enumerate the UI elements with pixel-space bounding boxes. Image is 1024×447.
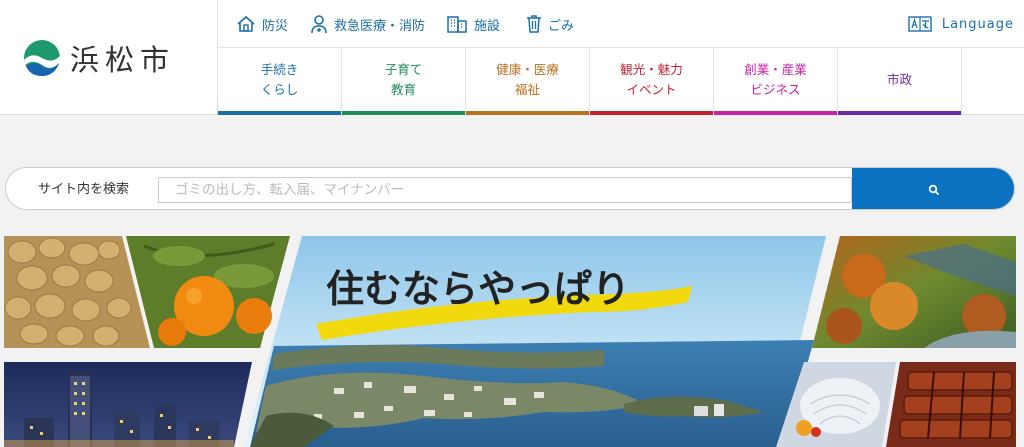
site-search: サイト内を検索 [5,167,1015,210]
util-label: 救急医療・消防 [334,18,426,34]
search-label: サイト内を検索 [38,182,130,197]
nav-shisei[interactable]: 市政 [838,48,962,115]
banner-collage: 住むならやっぱり [4,236,1016,447]
utility-bar: 防災 救急医療・消防 施設 ごみ Language [218,0,1024,48]
language-label: Language [941,16,1014,32]
util-link-shisetsu[interactable]: 施設 [446,13,500,35]
global-nav: 手続き くらし 子育て 教育 健康・医療 福祉 観光・魅力 イベント 創業・産業… [218,48,962,115]
photo-lake-hamana: 住むならやっぱり [244,236,826,447]
trash-icon [527,15,541,33]
nav-label: 市政 [886,72,912,87]
photo-potatoes [4,236,150,348]
nav-kosodate[interactable]: 子育て 教育 [342,48,466,115]
nav-label: 手続き くらし [260,62,299,97]
photo-unagi [886,362,1016,447]
photo-night-city [4,362,252,447]
util-label: ごみ [548,18,575,34]
nav-kenko[interactable]: 健康・医療 福祉 [466,48,590,115]
photo-autumn-gorge [812,236,1016,348]
house-icon [237,15,255,32]
nav-label: 子育て 教育 [384,62,423,97]
nav-color-bar [466,111,589,115]
hero-banner[interactable]: 住むならやっぱり [4,236,1016,447]
site-header: 浜松市 防災 救急医療・消防 施設 ごみ Language 手続き くらし 子育… [0,0,1024,115]
nav-label: 創業・産業 ビジネス [744,62,807,97]
util-label: 防災 [262,18,289,34]
hamamatsu-logo-icon [24,39,60,76]
util-link-gomi[interactable]: ごみ [526,13,574,35]
util-link-bousai[interactable]: 防災 [236,13,288,35]
nav-tetsuzuki[interactable]: 手続き くらし [218,48,342,115]
search-icon [928,184,940,195]
site-logo[interactable]: 浜松市 [0,0,218,115]
nav-color-bar [342,111,465,115]
logo-text: 浜松市 [70,42,176,77]
translate-icon [908,16,932,32]
banner-headline: 住むならやっぱり [326,267,630,311]
nav-kanko[interactable]: 観光・魅力 イベント [590,48,714,115]
nav-color-bar [590,111,713,115]
nav-label: 健康・医療 福祉 [496,62,559,97]
building-icon [447,16,467,33]
medic-icon [311,15,327,34]
photo-mikan [126,236,290,348]
language-link[interactable]: Language [908,13,1014,35]
search-button[interactable] [852,168,1014,209]
nav-color-bar [838,111,961,115]
nav-color-bar [714,111,837,115]
nav-sogyo[interactable]: 創業・産業 ビジネス [714,48,838,115]
search-input[interactable] [158,177,852,203]
nav-label: 観光・魅力 イベント [620,62,683,97]
util-label: 施設 [474,18,501,34]
util-link-kyukyu[interactable]: 救急医療・消防 [310,13,425,35]
nav-color-bar [218,111,341,115]
